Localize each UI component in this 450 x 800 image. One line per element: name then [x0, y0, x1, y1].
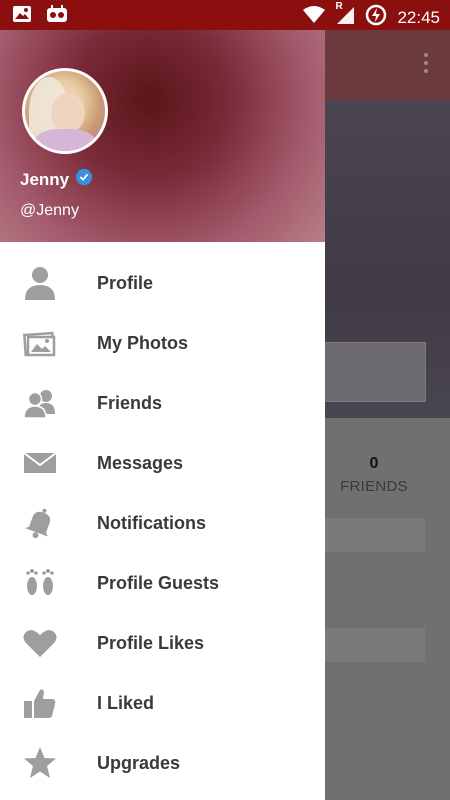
- menu-item-my-photos[interactable]: My Photos: [0, 313, 325, 373]
- menu-item-profile-likes[interactable]: Profile Likes: [0, 613, 325, 673]
- menu-item-profile-guests[interactable]: Profile Guests: [0, 553, 325, 613]
- robot-notification-icon: [46, 5, 68, 28]
- menu-label: Notifications: [97, 512, 207, 533]
- wifi-icon: [303, 6, 326, 29]
- person-icon: [22, 265, 58, 301]
- user-name-row: Jenny: [20, 168, 93, 191]
- menu-label: Profile: [97, 272, 154, 293]
- clock: 22:45: [397, 7, 440, 27]
- menu-label: Profile Likes: [97, 632, 205, 653]
- status-bar: R 22:45: [0, 0, 450, 30]
- menu-item-profile[interactable]: Profile: [0, 253, 325, 313]
- background-row: [325, 628, 425, 662]
- menu-item-messages[interactable]: Messages: [0, 433, 325, 493]
- menu-label: Friends: [97, 392, 163, 413]
- bell-icon: [22, 505, 58, 541]
- navigation-drawer: Jenny @Jenny Profile My Photos Friends M…: [0, 30, 325, 800]
- menu-item-i-liked[interactable]: I Liked: [0, 673, 325, 733]
- menu-item-friends[interactable]: Friends: [0, 373, 325, 433]
- battery-charging-icon: [365, 4, 387, 31]
- menu-item-notifications[interactable]: Notifications: [0, 493, 325, 553]
- roaming-badge: R: [335, 1, 343, 12]
- background-app-bar: [325, 30, 450, 100]
- avatar[interactable]: [22, 68, 108, 154]
- menu-label: Profile Guests: [97, 572, 220, 593]
- background-content: [325, 418, 450, 800]
- friends-count: 0: [369, 455, 379, 472]
- image-icon: [12, 5, 32, 28]
- menu-label: Upgrades: [97, 752, 181, 773]
- menu-item-upgrades[interactable]: Upgrades: [0, 733, 325, 793]
- friends-icon: [22, 385, 58, 421]
- verified-badge-icon: [75, 168, 93, 191]
- signal-icon: R: [335, 1, 355, 30]
- menu-label: My Photos: [97, 332, 189, 353]
- background-row: [325, 518, 425, 552]
- friends-count-label: FRIENDS: [340, 478, 408, 495]
- drawer-header: Jenny @Jenny: [0, 30, 325, 242]
- thumbs-up-icon: [22, 685, 58, 721]
- photos-icon: [22, 325, 58, 361]
- star-icon: [22, 745, 58, 781]
- user-name: Jenny: [20, 169, 70, 189]
- user-handle: @Jenny: [20, 202, 79, 219]
- overflow-menu-icon: [424, 53, 428, 73]
- heart-icon: [22, 625, 58, 661]
- footprints-icon: [22, 565, 58, 601]
- menu-label: Messages: [97, 452, 184, 473]
- menu-label: I Liked: [97, 692, 155, 713]
- envelope-icon: [22, 445, 58, 481]
- background-card: [325, 342, 426, 402]
